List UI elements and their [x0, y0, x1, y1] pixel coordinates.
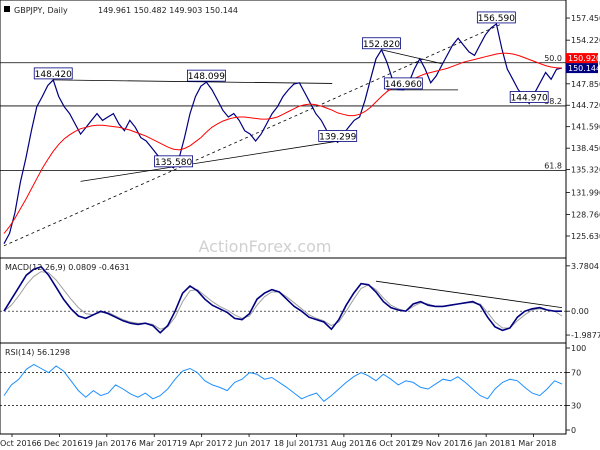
price-label-text: 139.299: [319, 132, 356, 142]
price-label-text: 144.970: [511, 94, 548, 104]
price-label: 144.970: [509, 91, 549, 104]
x-tick-label: 19 Apr 2017: [177, 439, 226, 448]
price-label: 146.960: [383, 77, 423, 90]
x-tick-label: 6 Dec 2016: [36, 439, 82, 448]
price-label: 139.299: [318, 130, 358, 142]
y-tick-label: 70: [571, 369, 581, 378]
y-tick-label: 147.850: [571, 80, 600, 89]
x-tick-label: 31 Aug 2017: [318, 439, 369, 448]
price-label-text: 148.099: [188, 72, 225, 82]
x-tick-label: 16 Jan 2018: [462, 439, 510, 448]
fib-label: 50.0: [544, 54, 562, 63]
y-tick-label: 135.320: [571, 166, 600, 175]
price-label-text: 148.420: [35, 70, 72, 80]
macd-label: MACD(12,26,9) 0.0809 -0.4631: [5, 263, 130, 272]
chart-canvas: 50.038.261.8 148.420 148.099135.580152.82…: [0, 0, 600, 450]
background: [0, 0, 600, 450]
price-title: GBPJPY, Daily: [14, 6, 68, 15]
price-label-text: 152.820: [363, 40, 400, 50]
collapse-icon[interactable]: [4, 6, 10, 12]
x-tick-label: 16 Oct 2017: [367, 439, 416, 448]
price-label-text: 146.960: [385, 80, 422, 90]
y-tick-label: 157.450: [571, 14, 600, 23]
x-tick-label: 2 Jun 2017: [228, 439, 271, 448]
x-tick-label: 19 Jan 2017: [83, 439, 131, 448]
y-tick-label: 141.590: [571, 123, 600, 132]
y-tick-label: 30: [571, 401, 581, 410]
y-tick-label: 128.760: [571, 211, 600, 220]
x-tick-label: 18 Jul 2017: [274, 439, 319, 448]
x-tick-label: 29 Nov 2017: [413, 439, 464, 448]
y-tick-label: 0: [571, 426, 576, 435]
ma-price-text: 150.920: [568, 54, 600, 63]
price-ohlc: 149.961 150.482 149.903 150.144: [98, 6, 238, 15]
price-label: 148.420: [33, 67, 73, 80]
price-label: 156.590: [476, 11, 516, 24]
y-tick-label: 131.990: [571, 188, 600, 197]
current-price-text: 150.144: [568, 64, 600, 73]
price-label: 152.820: [362, 37, 401, 50]
watermark: ActionForex.com: [198, 237, 331, 256]
y-tick-label: 125.630: [571, 232, 600, 241]
x-tick-label: 1 Mar 2018: [511, 439, 557, 448]
x-tick-label: 6 Mar 2017: [131, 439, 177, 448]
rsi-label: RSI(14) 56.1298: [5, 348, 70, 357]
y-tick-label: 0.00: [571, 307, 589, 316]
price-label: 135.580: [154, 155, 193, 168]
fib-label: 61.8: [544, 162, 562, 171]
price-label-text: 156.590: [478, 14, 515, 24]
y-tick-label: 154.220: [571, 36, 600, 45]
y-tick-label: 3.7804: [571, 262, 599, 271]
x-tick-label: 21 Oct 2016: [0, 439, 37, 448]
y-tick-label: 138.450: [571, 144, 600, 153]
y-tick-label: 144.720: [571, 101, 600, 110]
price-label-text: 135.580: [155, 158, 192, 168]
y-tick-label: -1.9877: [571, 331, 600, 340]
y-tick-label: 100: [571, 344, 586, 353]
price-label: 148.099: [187, 69, 226, 82]
